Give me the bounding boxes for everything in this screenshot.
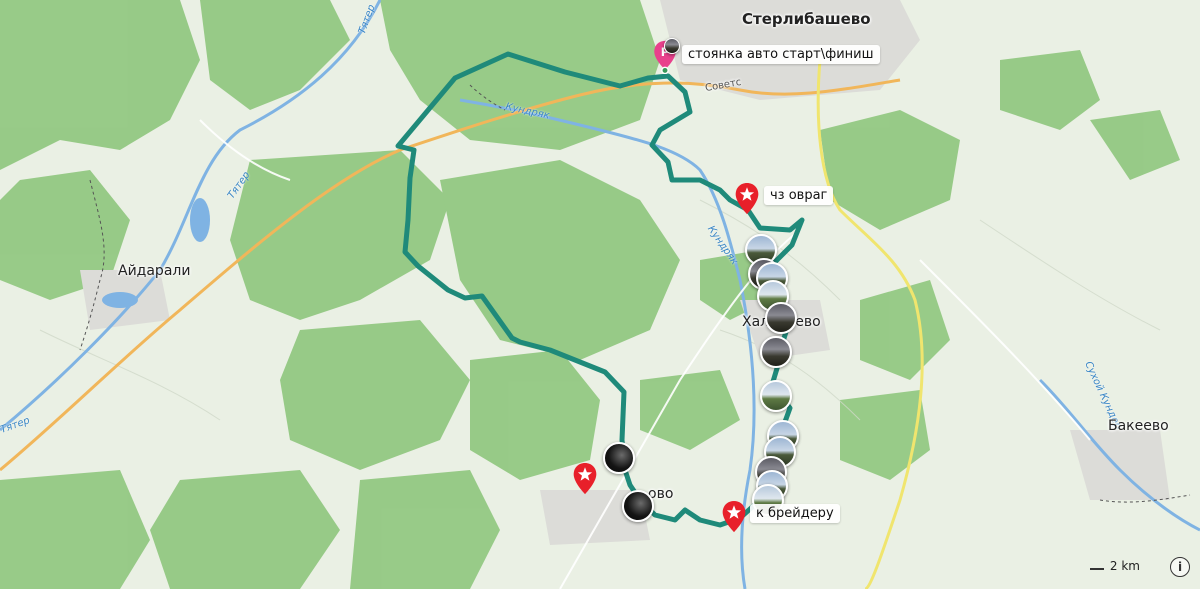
photo-marker[interactable] bbox=[760, 336, 792, 368]
photo-marker[interactable] bbox=[622, 490, 654, 522]
parking-label[interactable]: стоянка авто старт\финиш bbox=[682, 45, 880, 64]
photo-marker[interactable] bbox=[765, 302, 797, 334]
town-label-sterlibashevo: Стерлибашево bbox=[742, 10, 871, 28]
ravine-label[interactable]: чз овраг bbox=[764, 186, 834, 205]
scale-bar-line bbox=[1089, 568, 1104, 570]
photo-marker[interactable] bbox=[603, 442, 635, 474]
star-marker-icon[interactable] bbox=[721, 500, 747, 534]
parking-photo-thumb[interactable] bbox=[664, 38, 680, 54]
map-canvas[interactable]: Тятер Тятер Тятер Кундряк Кундряк Сухой … bbox=[0, 0, 1200, 589]
star-marker-icon[interactable] bbox=[734, 182, 760, 216]
town-label-aidarali: Айдарали bbox=[118, 263, 191, 279]
star-marker-icon[interactable] bbox=[572, 462, 598, 496]
info-icon[interactable]: i bbox=[1170, 557, 1190, 577]
town-label-bakeevo: Бакеево bbox=[1108, 418, 1169, 434]
ford-label[interactable]: к брейдеру bbox=[750, 504, 840, 523]
photo-marker[interactable] bbox=[760, 380, 792, 412]
map-background bbox=[0, 0, 1200, 589]
scale-bar: 2 km bbox=[1089, 559, 1140, 573]
scale-label: 2 km bbox=[1109, 559, 1140, 573]
